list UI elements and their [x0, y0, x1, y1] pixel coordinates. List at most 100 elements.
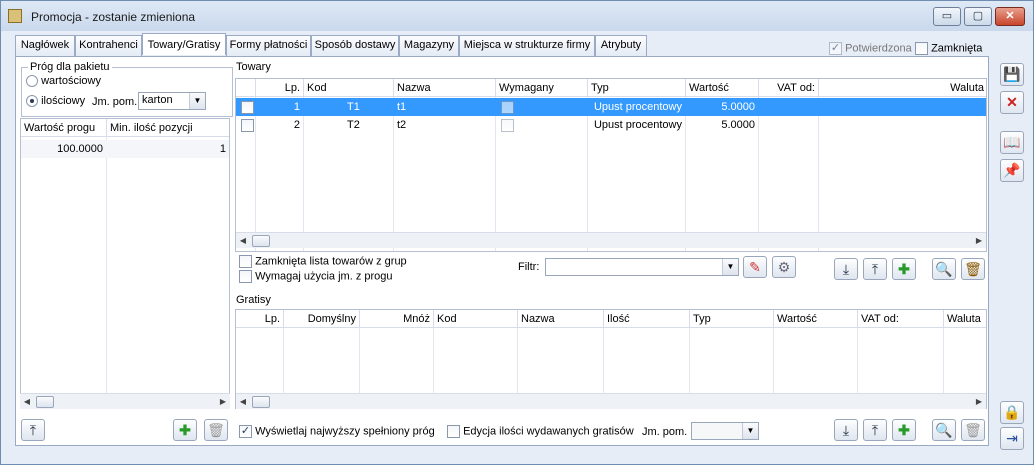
tab-magazyny[interactable]: Magazyny — [399, 35, 459, 56]
trash-icon[interactable]: 🗑 — [204, 419, 228, 441]
grid-divider — [106, 137, 107, 408]
filtr-select[interactable]: ▼ — [545, 258, 739, 276]
col-wymagany[interactable]: Wymagany — [496, 79, 588, 97]
col-wartosc[interactable]: Wartość — [686, 79, 759, 97]
col-mnoz[interactable]: Mnóż — [360, 310, 434, 328]
edycja-box[interactable] — [447, 425, 460, 438]
add-icon[interactable]: ✚ — [892, 258, 916, 280]
book-icon[interactable]: 📖 — [1000, 131, 1024, 154]
table-row[interactable]: 1 T1 t1 Upust procentowy 5.0000 — [236, 98, 986, 116]
wyswietlaj-label: Wyświetlaj najwyższy spełniony próg — [255, 425, 435, 438]
radio-wartosciowy[interactable]: wartościowy — [26, 75, 101, 88]
potwierdzona-checkbox[interactable]: Potwierdzona — [829, 42, 912, 55]
save-icon[interactable]: 💾 — [1000, 63, 1024, 86]
col-domyslny[interactable]: Domyślny — [284, 310, 360, 328]
table-row[interactable]: 100.0000 1 — [21, 140, 229, 158]
wymagaj-jm-checkbox[interactable]: Wymagaj użycia jm. z progu — [239, 270, 393, 283]
export-window-icon[interactable]: ⇥ — [1000, 427, 1024, 450]
export-icon[interactable]: ⤒ — [21, 419, 45, 441]
clear-filter-icon[interactable]: ✎ — [743, 256, 767, 278]
trash-icon[interactable]: 🗑 — [961, 419, 985, 441]
lock-icon[interactable]: 🔒 — [1000, 401, 1024, 424]
col-waluta[interactable]: Waluta — [944, 310, 986, 328]
import-icon[interactable]: ⤓ — [834, 419, 858, 441]
wymagaj-jm-box[interactable] — [239, 270, 252, 283]
tab-naglowek[interactable]: Nagłówek — [15, 35, 75, 56]
zamknieta-checkbox[interactable]: Zamknięta — [915, 42, 982, 55]
minimize-button[interactable]: ▭ — [933, 7, 961, 26]
zamknieta-label: Zamknięta — [931, 42, 983, 55]
search-icon[interactable]: 🔍 — [932, 258, 956, 280]
col-typ[interactable]: Typ — [690, 310, 774, 328]
col-kod[interactable]: Kod — [304, 79, 394, 97]
trash-icon[interactable]: 🗑 — [961, 258, 985, 280]
col-nazwa[interactable]: Nazwa — [394, 79, 496, 97]
col-lp[interactable]: Lp. — [236, 310, 284, 328]
scroll-left-icon[interactable]: ◀ — [236, 394, 250, 410]
add-icon[interactable]: ✚ — [173, 419, 197, 441]
scroll-thumb[interactable] — [252, 235, 270, 247]
tab-miejsca[interactable]: Miejsca w strukturze firmy — [459, 35, 595, 56]
col-min-ilosc[interactable]: Min. ilość pozycji — [107, 119, 229, 137]
filter-settings-icon[interactable]: ⚙ — [772, 256, 796, 278]
import-icon[interactable]: ⤓ — [834, 258, 858, 280]
export-icon[interactable]: ⤒ — [863, 258, 887, 280]
cell-wymagany[interactable] — [498, 98, 528, 116]
potwierdzona-box[interactable] — [829, 42, 842, 55]
col-check — [236, 79, 256, 97]
zamknieta-lista-checkbox[interactable]: Zamknięta lista towarów z grup — [239, 255, 407, 268]
col-waluta[interactable]: Waluta — [819, 79, 986, 97]
col-vat-od[interactable]: VAT od: — [759, 79, 819, 97]
tab-sposob-dostawy[interactable]: Sposób dostawy — [311, 35, 399, 56]
radio-wartosciowy-label: wartościowy — [41, 75, 101, 87]
tab-towary-gratisy[interactable]: Towary/Gratisy — [142, 33, 226, 55]
pin-icon[interactable]: 📌 — [1000, 159, 1024, 182]
col-wartosc[interactable]: Wartość — [774, 310, 858, 328]
cell-wymagany[interactable] — [498, 116, 528, 134]
zamknieta-box[interactable] — [915, 42, 928, 55]
cell-typ: Upust procentowy — [593, 101, 682, 113]
wyswietlaj-box[interactable] — [239, 425, 252, 438]
table-row[interactable]: 2 T2 t2 Upust procentowy 5.0000 — [236, 116, 986, 134]
col-typ[interactable]: Typ — [588, 79, 686, 97]
row-checkbox[interactable] — [238, 98, 256, 116]
zamknieta-lista-box[interactable] — [239, 255, 252, 268]
tab-atrybuty[interactable]: Atrybuty — [595, 35, 647, 56]
tab-formy-platnosci[interactable]: Formy płatności — [226, 35, 311, 56]
col-nazwa[interactable]: Nazwa — [518, 310, 604, 328]
scroll-left-icon[interactable]: ◀ — [20, 394, 34, 410]
cell-lp: 1 — [293, 101, 300, 113]
maximize-button[interactable]: ▢ — [964, 7, 992, 26]
wyswietlaj-checkbox[interactable]: Wyświetlaj najwyższy spełniony próg — [239, 425, 435, 438]
search-icon[interactable]: 🔍 — [932, 419, 956, 441]
scroll-right-icon[interactable]: ▶ — [972, 233, 986, 249]
scroll-right-icon[interactable]: ▶ — [972, 394, 986, 410]
tab-kontrahenci[interactable]: Kontrahenci — [75, 35, 142, 56]
window-title: Promocja - zostanie zmieniona — [31, 10, 196, 24]
scroll-thumb[interactable] — [252, 396, 270, 408]
radio-ilosciowy[interactable]: ilościowy — [26, 95, 85, 108]
cell-wartosc: 100.0000 — [57, 143, 103, 155]
col-vat-od[interactable]: VAT od: — [858, 310, 944, 328]
left-hscroll[interactable]: ◀ ▶ — [20, 393, 230, 409]
add-icon[interactable]: ✚ — [892, 419, 916, 441]
radio-wartosciowy-dot[interactable] — [26, 75, 38, 88]
scroll-right-icon[interactable]: ▶ — [216, 394, 230, 410]
col-ilosc[interactable]: Ilość — [604, 310, 690, 328]
col-kod[interactable]: Kod — [434, 310, 518, 328]
jm-select-value: karton — [142, 94, 173, 106]
export-icon[interactable]: ⤒ — [863, 419, 887, 441]
radio-ilosciowy-dot[interactable] — [26, 95, 38, 108]
jm-select[interactable]: karton ▼ — [138, 92, 206, 110]
col-wartosc-progu[interactable]: Wartość progu — [21, 119, 107, 137]
gratisy-hscroll[interactable]: ◀ ▶ — [236, 393, 986, 409]
bottom-jm-select[interactable]: ▼ — [691, 422, 759, 440]
col-lp[interactable]: Lp. — [256, 79, 304, 97]
scroll-thumb[interactable] — [36, 396, 54, 408]
towary-hscroll[interactable]: ◀ ▶ — [236, 232, 986, 248]
delete-icon[interactable]: ✕ — [1000, 91, 1024, 114]
edycja-checkbox[interactable]: Edycja ilości wydawanych gratisów — [447, 425, 634, 438]
close-button[interactable]: ✕ — [995, 7, 1025, 26]
row-checkbox[interactable] — [238, 116, 256, 134]
scroll-left-icon[interactable]: ◀ — [236, 233, 250, 249]
